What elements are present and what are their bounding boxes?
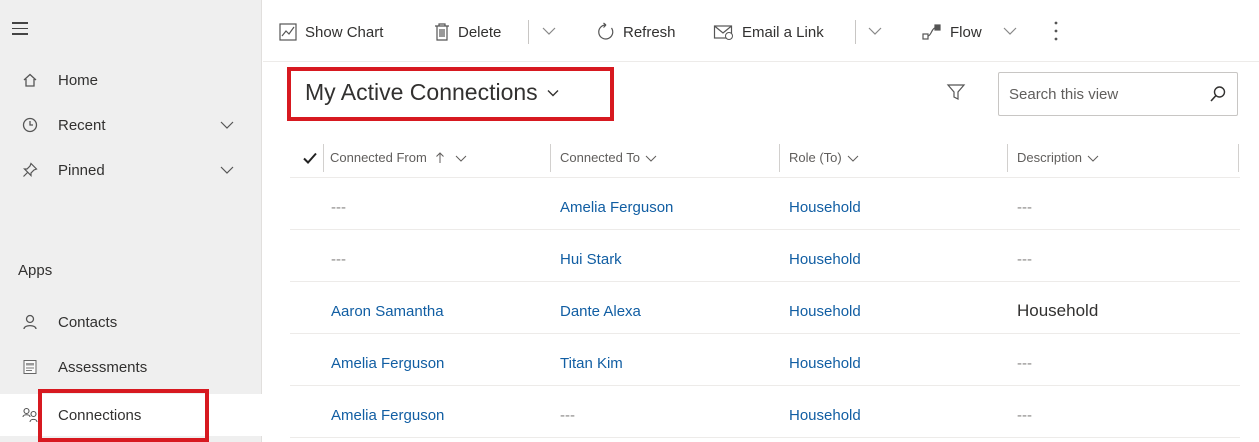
- chevron-down-icon: [847, 155, 859, 162]
- grid-header: Connected From Connected To Role (To) De…: [290, 138, 1240, 178]
- delete-button[interactable]: Delete: [433, 20, 501, 44]
- sidebar-item-assessments[interactable]: Assessments: [0, 349, 262, 385]
- column-divider: [779, 144, 780, 172]
- chevron-down-icon[interactable]: [868, 24, 882, 38]
- page-title: My Active Connections: [305, 79, 538, 105]
- column-divider: [1007, 144, 1008, 172]
- sidebar-item-home[interactable]: Home: [0, 62, 262, 98]
- sidebar-item-connections[interactable]: Connections: [0, 394, 262, 436]
- filter-icon[interactable]: [946, 82, 966, 102]
- sidebar-item-label: Home: [58, 71, 99, 89]
- chevron-down-icon: [1087, 155, 1099, 162]
- table-row[interactable]: --- Amelia Ferguson Household ---: [290, 186, 1240, 230]
- sidebar-item-pinned[interactable]: Pinned: [0, 152, 262, 188]
- chevron-down-icon[interactable]: [542, 24, 556, 38]
- connections-icon: [22, 407, 38, 423]
- command-bar: Show Chart Delete Refresh Email a Link F…: [263, 0, 1259, 62]
- cell-connected-from[interactable]: Amelia Ferguson: [331, 355, 444, 372]
- sidebar-item-label: Assessments: [58, 358, 148, 376]
- column-divider: [323, 144, 324, 172]
- cell-connected-to[interactable]: Dante Alexa: [560, 303, 641, 320]
- refresh-button[interactable]: Refresh: [596, 20, 676, 44]
- select-all-checkmark-icon[interactable]: [302, 150, 318, 166]
- email-link-label: Email a Link: [742, 23, 824, 41]
- table-row[interactable]: Aaron Samantha Dante Alexa Household Hou…: [290, 290, 1240, 334]
- chart-icon: [279, 23, 297, 41]
- cell-role[interactable]: Household: [789, 303, 861, 320]
- chevron-down-icon: [455, 155, 467, 162]
- flow-icon: [922, 24, 941, 40]
- column-header-connected-from[interactable]: Connected From: [330, 150, 467, 165]
- cell-connected-from[interactable]: Aaron Samantha: [331, 303, 444, 320]
- column-header-connected-to[interactable]: Connected To: [560, 150, 657, 165]
- cell-description: ---: [1017, 355, 1032, 372]
- clock-icon: [22, 117, 38, 133]
- chevron-down-icon[interactable]: [220, 163, 234, 177]
- table-row[interactable]: Amelia Ferguson --- Household ---: [290, 394, 1240, 438]
- table-row[interactable]: --- Hui Stark Household ---: [290, 238, 1240, 282]
- more-vertical-icon[interactable]: [1053, 20, 1059, 42]
- show-chart-button[interactable]: Show Chart: [278, 20, 383, 44]
- cell-description: ---: [1017, 407, 1032, 424]
- email-link-icon: [713, 25, 733, 40]
- divider: [855, 20, 856, 44]
- chevron-down-icon: [645, 155, 657, 162]
- refresh-icon: [598, 22, 614, 40]
- sidebar-item-label: Pinned: [58, 161, 105, 179]
- table-row[interactable]: Amelia Ferguson Titan Kim Household ---: [290, 342, 1240, 386]
- hamburger-icon[interactable]: [12, 22, 28, 35]
- view-selector[interactable]: My Active Connections: [305, 79, 560, 106]
- home-icon: [22, 72, 38, 88]
- sidebar-item-recent[interactable]: Recent: [0, 107, 262, 143]
- flow-button[interactable]: Flow: [921, 20, 982, 44]
- trash-icon: [435, 23, 449, 41]
- sidebar-item-label: Connections: [58, 406, 142, 424]
- divider: [528, 20, 529, 44]
- sidebar: Home Recent Pinned Apps Contacts Assessm…: [0, 0, 262, 442]
- cell-connected-to[interactable]: Hui Stark: [560, 251, 622, 268]
- show-chart-label: Show Chart: [305, 23, 384, 41]
- email-link-button[interactable]: Email a Link: [713, 20, 824, 44]
- cell-role[interactable]: Household: [789, 251, 861, 268]
- chevron-down-icon[interactable]: [1003, 24, 1017, 38]
- chevron-down-icon[interactable]: [220, 118, 234, 132]
- cell-description: Household: [1017, 301, 1099, 320]
- cell-role[interactable]: Household: [789, 199, 861, 216]
- cell-connected-to[interactable]: Titan Kim: [560, 355, 623, 372]
- assessment-icon: [22, 359, 38, 375]
- refresh-label: Refresh: [623, 23, 676, 41]
- sort-ascending-icon: [435, 151, 444, 163]
- search-input[interactable]: [1009, 83, 1199, 105]
- sidebar-item-label: Contacts: [58, 313, 118, 331]
- column-header-label: Connected To: [560, 150, 640, 165]
- cell-role[interactable]: Household: [789, 355, 861, 372]
- cell-connected-to: ---: [560, 407, 575, 424]
- column-header-label: Role (To): [789, 150, 842, 165]
- search-icon[interactable]: [1209, 85, 1227, 103]
- search-box[interactable]: [998, 72, 1238, 116]
- sidebar-item-label: Recent: [58, 116, 106, 134]
- cell-connected-from: ---: [331, 251, 346, 268]
- cell-connected-to[interactable]: Amelia Ferguson: [560, 199, 673, 216]
- cell-description: ---: [1017, 199, 1032, 216]
- cell-connected-from[interactable]: Amelia Ferguson: [331, 407, 444, 424]
- cell-role[interactable]: Household: [789, 407, 861, 424]
- column-header-label: Connected From: [330, 150, 427, 165]
- pin-icon: [22, 162, 38, 178]
- delete-label: Delete: [458, 23, 502, 41]
- column-header-label: Description: [1017, 150, 1083, 165]
- person-icon: [22, 314, 38, 330]
- cell-connected-from: ---: [331, 199, 346, 216]
- column-divider: [1238, 144, 1239, 172]
- sidebar-item-contacts[interactable]: Contacts: [0, 304, 262, 340]
- cell-description: ---: [1017, 251, 1032, 268]
- chevron-down-icon: [547, 89, 559, 96]
- column-header-description[interactable]: Description: [1017, 150, 1099, 165]
- column-divider: [550, 144, 551, 172]
- flow-label: Flow: [950, 23, 982, 41]
- column-header-role-to[interactable]: Role (To): [789, 150, 859, 165]
- apps-heading: Apps: [18, 262, 53, 279]
